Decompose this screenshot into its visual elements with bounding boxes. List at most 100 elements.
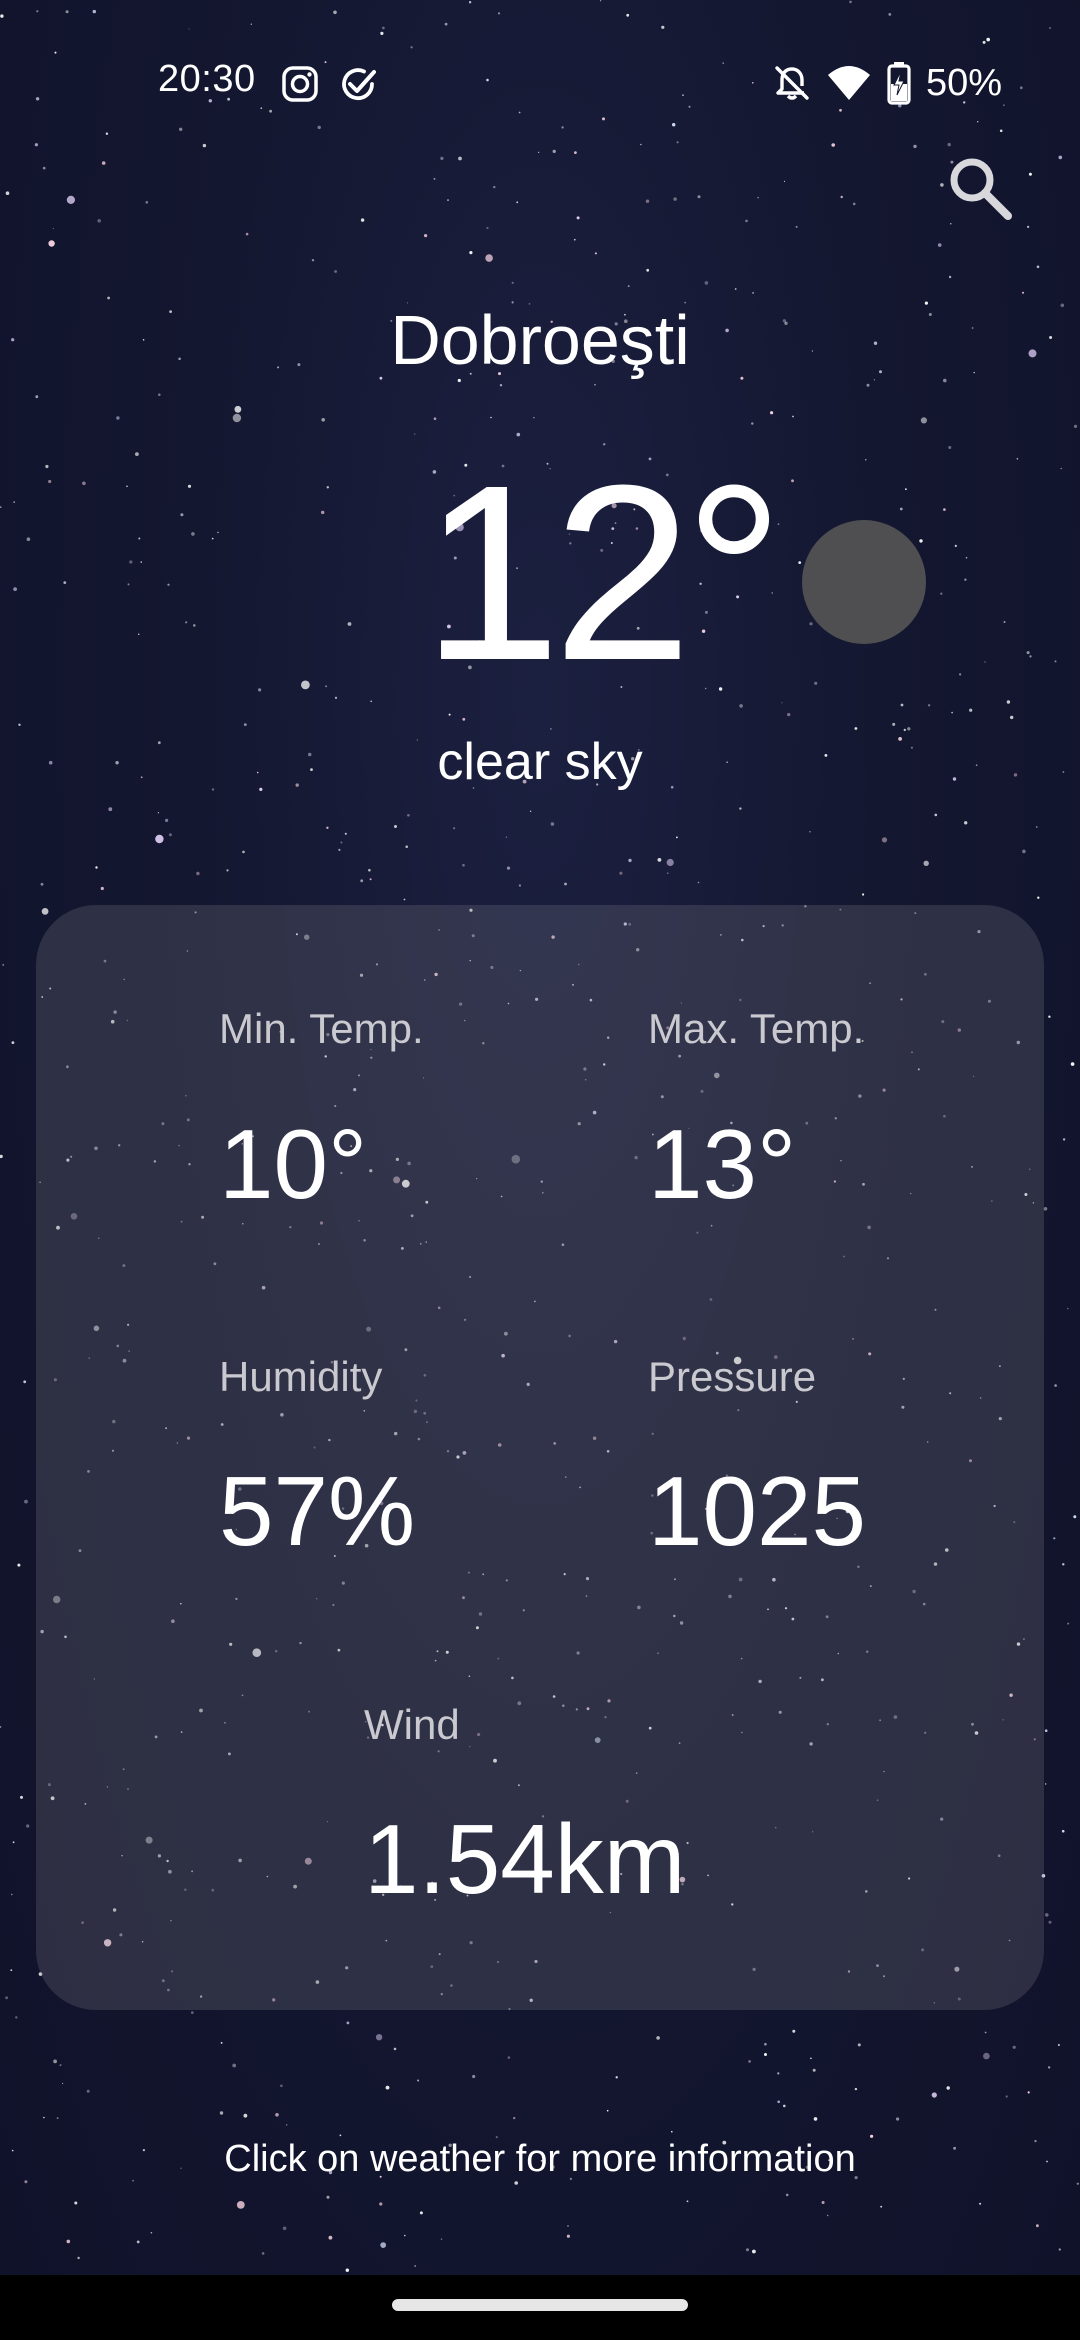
star <box>0 1726 2 1728</box>
star <box>795 225 798 228</box>
weather-description[interactable]: clear sky <box>0 732 1080 792</box>
star <box>191 2011 194 2014</box>
star <box>126 485 128 488</box>
star <box>347 622 352 626</box>
star <box>550 822 555 826</box>
star <box>82 481 86 486</box>
more-info-hint: Click on weather for more information <box>224 2138 856 2180</box>
star <box>931 2092 937 2098</box>
star <box>368 868 371 872</box>
star <box>338 848 341 852</box>
star <box>866 383 870 387</box>
star <box>1043 1207 1048 1211</box>
star <box>1005 2095 1008 2098</box>
star <box>792 415 794 418</box>
star <box>10 1969 13 1972</box>
star <box>1045 1783 1047 1785</box>
max-temp-value: 13° <box>648 1109 797 1219</box>
star <box>840 195 843 199</box>
star <box>328 2235 333 2240</box>
star <box>360 879 364 883</box>
min-temp-label: Min. Temp. <box>219 1005 424 1052</box>
star <box>1045 1913 1049 1917</box>
star <box>1036 826 1038 828</box>
star <box>619 871 623 875</box>
star <box>486 226 489 230</box>
star <box>360 218 365 222</box>
search-button[interactable] <box>940 148 1020 228</box>
star <box>168 833 172 837</box>
star <box>499 384 503 387</box>
star <box>66 195 75 204</box>
star <box>52 227 55 230</box>
star <box>777 2072 780 2075</box>
star <box>752 2249 756 2254</box>
star <box>245 232 249 236</box>
star <box>13 501 15 503</box>
star <box>1073 424 1078 428</box>
star <box>344 832 347 835</box>
star <box>937 243 942 247</box>
star <box>979 2202 982 2205</box>
star <box>86 2089 90 2093</box>
star <box>191 532 195 536</box>
star <box>1027 225 1030 228</box>
star <box>881 837 888 843</box>
moon-icon[interactable] <box>802 520 926 644</box>
star <box>748 2060 751 2063</box>
home-gesture-handle[interactable] <box>392 2299 688 2311</box>
star <box>764 2042 767 2046</box>
star <box>964 821 968 825</box>
star <box>145 201 149 204</box>
star <box>900 703 904 707</box>
star <box>745 219 748 223</box>
star <box>785 2193 789 2197</box>
star <box>326 2195 330 2199</box>
star <box>627 285 630 288</box>
star <box>404 2234 406 2237</box>
star <box>529 810 532 812</box>
star <box>1036 265 1040 269</box>
star <box>1053 1537 1056 1540</box>
star <box>814 681 818 685</box>
star <box>369 878 372 881</box>
star <box>899 507 903 511</box>
star <box>155 834 164 844</box>
current-temperature[interactable]: 12° <box>422 448 784 698</box>
star <box>505 836 508 838</box>
star <box>375 2034 383 2041</box>
star <box>1060 467 1062 470</box>
pressure-value: 1025 <box>648 1456 867 1566</box>
star <box>739 807 742 810</box>
star <box>666 858 674 867</box>
star <box>127 583 130 586</box>
star <box>469 251 473 255</box>
weather-details-card[interactable]: Min. Temp. 10° Max. Temp. 13° Humidity 5… <box>36 905 1044 2010</box>
star <box>42 166 46 170</box>
star <box>334 270 337 273</box>
star <box>594 383 596 386</box>
star <box>242 850 245 854</box>
star <box>777 523 780 526</box>
star <box>11 1893 13 1896</box>
star <box>13 587 17 591</box>
star <box>5 191 10 195</box>
status-right-group: 50% <box>772 58 1002 108</box>
star <box>964 578 967 581</box>
star <box>1036 2224 1039 2228</box>
star <box>1047 2066 1051 2069</box>
city-name[interactable]: Dobroeşti <box>0 300 1080 380</box>
star <box>380 2242 387 2249</box>
star <box>792 2029 796 2033</box>
star <box>752 291 755 294</box>
star <box>243 2113 248 2118</box>
star <box>334 696 338 699</box>
star <box>857 2043 861 2047</box>
star <box>777 2100 780 2104</box>
star <box>951 711 953 714</box>
star <box>1027 2091 1030 2094</box>
star <box>940 592 943 595</box>
star <box>1048 1920 1052 1924</box>
star <box>566 2234 571 2238</box>
star <box>321 510 325 515</box>
